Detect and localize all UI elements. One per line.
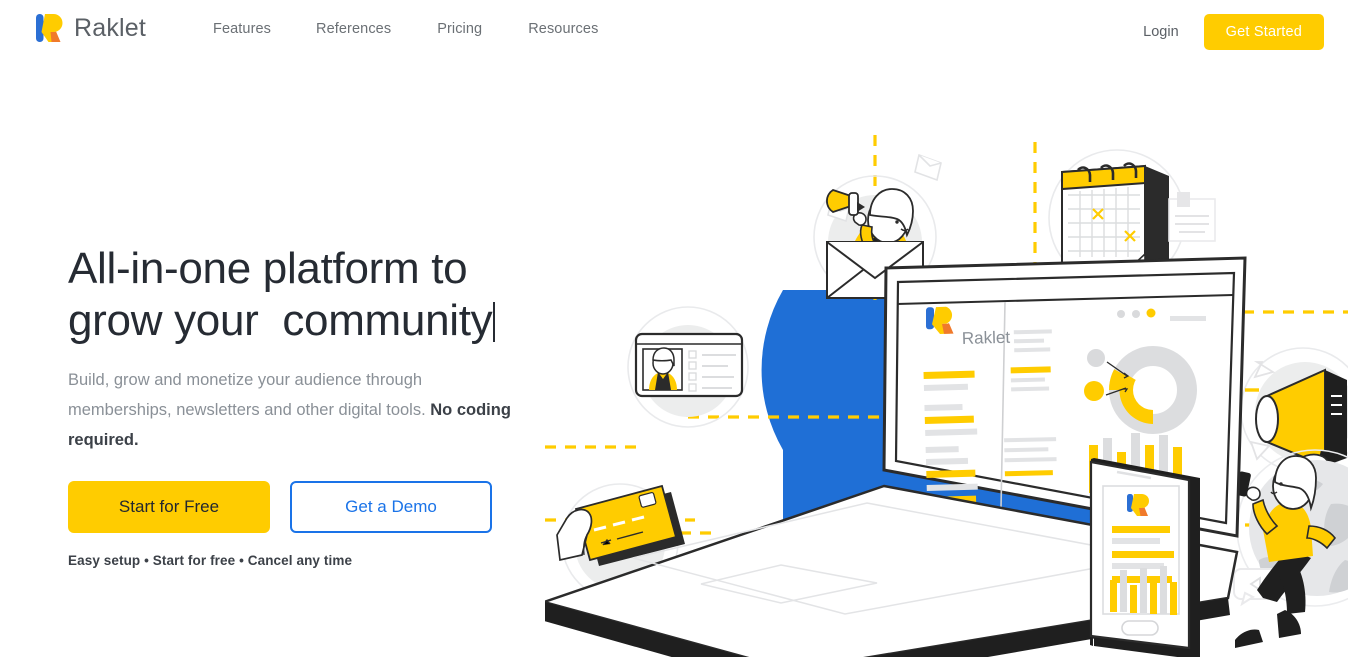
nav-links: Features References Pricing Resources — [213, 21, 598, 37]
brand-logo[interactable]: Raklet — [36, 12, 146, 44]
hero-text-block: All-in-one platform to grow your communi… — [68, 243, 588, 568]
hero-illustration: Raklet — [545, 90, 1348, 657]
text-caret — [493, 302, 496, 342]
raklet-r-logo-icon — [36, 12, 64, 44]
login-link[interactable]: Login — [1143, 24, 1178, 40]
start-for-free-button[interactable]: Start for Free — [68, 481, 270, 533]
top-navbar: Raklet Features References Pricing Resou… — [0, 0, 1348, 62]
nav-link-references[interactable]: References — [316, 21, 391, 37]
hero-subtitle: Build, grow and monetize your audience t… — [68, 365, 518, 455]
phone-bar-chart — [1110, 566, 1177, 615]
id-card-icon — [627, 306, 749, 428]
nav-link-pricing[interactable]: Pricing — [437, 21, 482, 37]
note-card-icon — [1168, 192, 1216, 242]
brand-name: Raklet — [74, 13, 147, 42]
get-started-button[interactable]: Get Started — [1203, 14, 1324, 50]
phone-dashboard-icon — [1089, 458, 1200, 657]
page-title: All-in-one platform to grow your communi… — [68, 243, 588, 347]
get-a-demo-button[interactable]: Get a Demo — [290, 481, 492, 533]
laptop-screen-brand-text: Raklet — [962, 328, 1011, 348]
hero-subtitle-plain: Build, grow and monetize your audience t… — [68, 371, 431, 419]
hero-title-text: All-in-one platform to grow your communi… — [68, 244, 493, 345]
cta-row: Start for Free Get a Demo — [68, 481, 588, 533]
person-globe-icon — [1233, 449, 1348, 648]
hero-note: Easy setup • Start for free • Cancel any… — [68, 553, 353, 568]
nav-link-resources[interactable]: Resources — [528, 21, 598, 37]
nav-link-features[interactable]: Features — [213, 21, 271, 37]
nav-right-actions: Login Get Started — [1143, 14, 1324, 50]
